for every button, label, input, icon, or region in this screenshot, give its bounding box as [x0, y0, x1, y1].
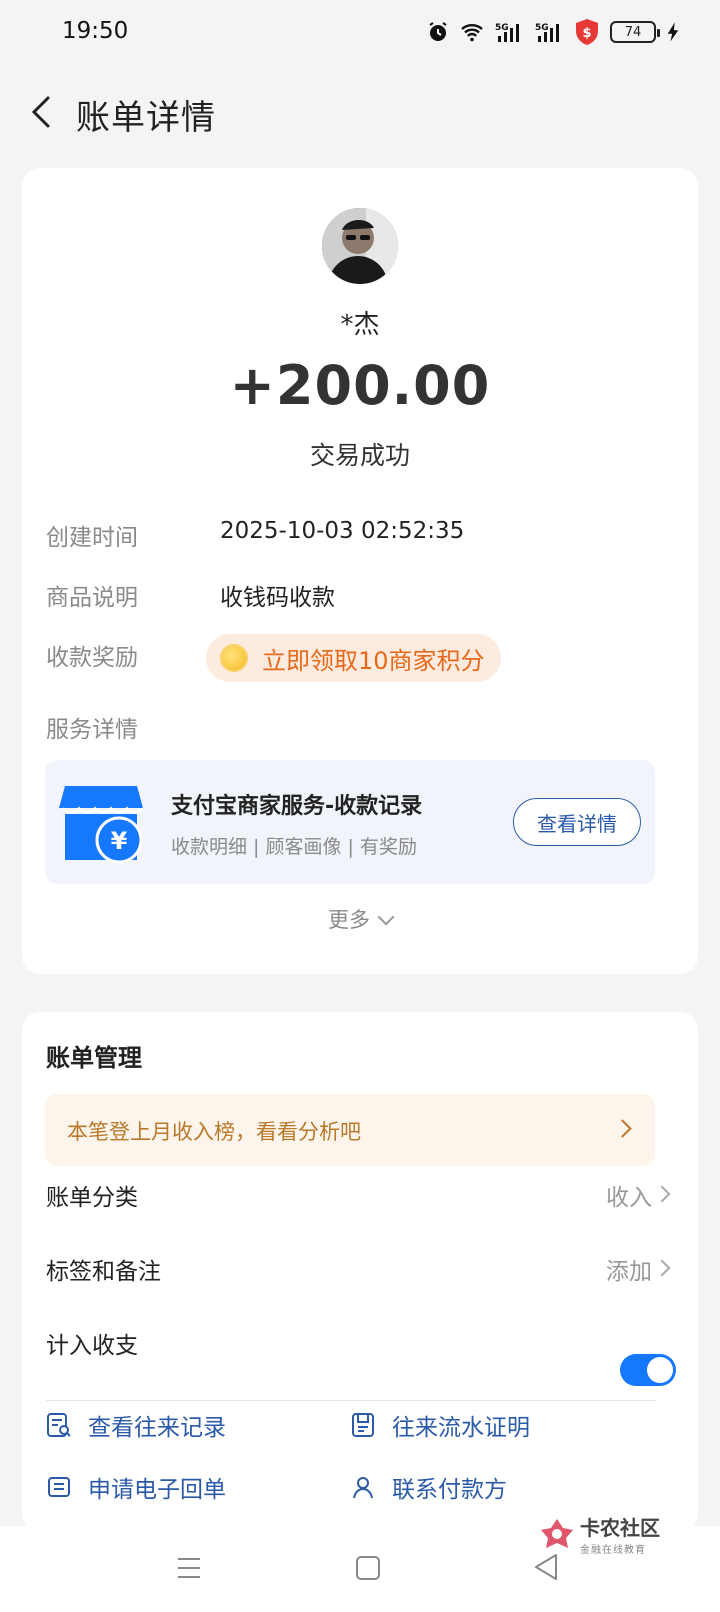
coin-icon	[220, 644, 248, 672]
watermark-subtitle: 金融在线教育	[580, 1545, 646, 1556]
svg-text:$: $	[582, 26, 591, 41]
income-ranking-banner[interactable]: 本笔登上月收入榜，看看分析吧	[45, 1094, 655, 1166]
status-icons: 5G 5G $ 74	[426, 18, 680, 46]
more-button[interactable]: 更多	[22, 904, 698, 934]
transaction-status: 交易成功	[309, 441, 410, 470]
document-icon	[352, 1413, 374, 1437]
chevron-right-icon	[613, 1119, 632, 1138]
transaction-proof-label: 往来流水证明	[392, 1415, 530, 1441]
record-search-icon	[47, 1413, 71, 1437]
count-in-balance-label: 计入收支	[46, 1333, 138, 1359]
count-in-balance-toggle[interactable]	[620, 1354, 676, 1386]
tags-notes-label: 标签和备注	[46, 1259, 161, 1285]
payer-name: *杰	[340, 310, 380, 340]
contact-payer-label: 联系付款方	[392, 1477, 507, 1503]
transaction-amount: +200.00	[229, 354, 491, 417]
contact-payer-link[interactable]: 联系付款方	[350, 1470, 507, 1504]
avatar[interactable]	[322, 208, 398, 284]
page-title: 账单详情	[76, 98, 216, 138]
section-title: 账单管理	[46, 1044, 142, 1072]
svg-text:5G: 5G	[495, 23, 509, 33]
bill-management-card: 账单管理 本笔登上月收入榜，看看分析吧 账单分类 收入 标签和备注 添加 计入收…	[22, 1012, 698, 1532]
avatar-image	[322, 208, 398, 284]
transaction-proof-link[interactable]: 往来流水证明	[350, 1408, 530, 1442]
kanong-logo-icon	[541, 1519, 573, 1548]
claim-reward-button[interactable]: 立即领取10商家积分	[206, 634, 501, 682]
page-header: 账单详情	[0, 80, 720, 144]
signal-5g-icon: 5G	[495, 23, 519, 42]
claim-reward-text: 立即领取10商家积分	[262, 646, 485, 675]
watermark: 卡农社区 金融在线教育	[540, 1512, 660, 1556]
chevron-left-icon[interactable]	[24, 92, 64, 132]
more-label: 更多	[328, 908, 370, 932]
menu-icon[interactable]	[176, 1556, 202, 1580]
tags-notes-value[interactable]: 添加	[606, 1252, 652, 1286]
reward-label: 收款奖励	[46, 645, 138, 671]
charging-icon	[667, 22, 679, 42]
bill-category-label: 账单分类	[46, 1185, 138, 1211]
chevron-down-icon	[377, 908, 395, 926]
transaction-card: *杰 +200.00 交易成功 创建时间 2025-10-03 02:52:35…	[22, 168, 698, 974]
created-time-value: 2025-10-03 02:52:35	[220, 518, 465, 544]
security-shield-icon: $	[576, 19, 598, 45]
chevron-right-icon	[653, 1185, 671, 1203]
product-desc-value: 收钱码收款	[220, 585, 335, 611]
receipt-icon	[48, 1477, 70, 1497]
svg-text:5G: 5G	[535, 23, 549, 33]
e-receipt-link[interactable]: 申请电子回单	[46, 1470, 226, 1504]
status-time: 19:50	[62, 18, 129, 44]
toggle-knob	[647, 1357, 673, 1383]
service-title: 支付宝商家服务-收款记录	[171, 794, 423, 819]
chevron-right-icon	[653, 1259, 671, 1277]
view-details-button[interactable]: 查看详情	[513, 798, 641, 846]
service-subtitle: 收款明细 | 顾客画像 | 有奖励	[171, 836, 417, 858]
income-ranking-text: 本笔登上月收入榜，看看分析吧	[67, 1120, 361, 1144]
shop-icon: ¥	[59, 786, 143, 864]
svg-text:¥: ¥	[111, 827, 128, 855]
view-records-label: 查看往来记录	[88, 1415, 226, 1441]
bill-category-value[interactable]: 收入	[606, 1178, 652, 1212]
created-time-label: 创建时间	[46, 525, 138, 551]
contact-icon	[353, 1477, 373, 1499]
signal-5g-icon: 5G	[535, 23, 559, 42]
status-bar: 19:50 5G 5G $ 74	[0, 0, 720, 64]
merchant-service-card[interactable]: ¥ 支付宝商家服务-收款记录 收款明细 | 顾客画像 | 有奖励 查看详情	[45, 760, 655, 884]
battery-icon: 74	[610, 21, 660, 43]
service-details-label: 服务详情	[46, 717, 138, 743]
view-records-link[interactable]: 查看往来记录	[46, 1408, 226, 1442]
home-icon[interactable]	[356, 1556, 380, 1580]
watermark-title: 卡农社区	[580, 1516, 660, 1540]
wifi-icon	[461, 24, 483, 42]
back-triangle-icon[interactable]	[532, 1552, 560, 1582]
product-desc-label: 商品说明	[46, 585, 138, 611]
alarm-icon	[429, 22, 447, 41]
divider	[46, 1400, 656, 1401]
e-receipt-label: 申请电子回单	[88, 1477, 226, 1503]
